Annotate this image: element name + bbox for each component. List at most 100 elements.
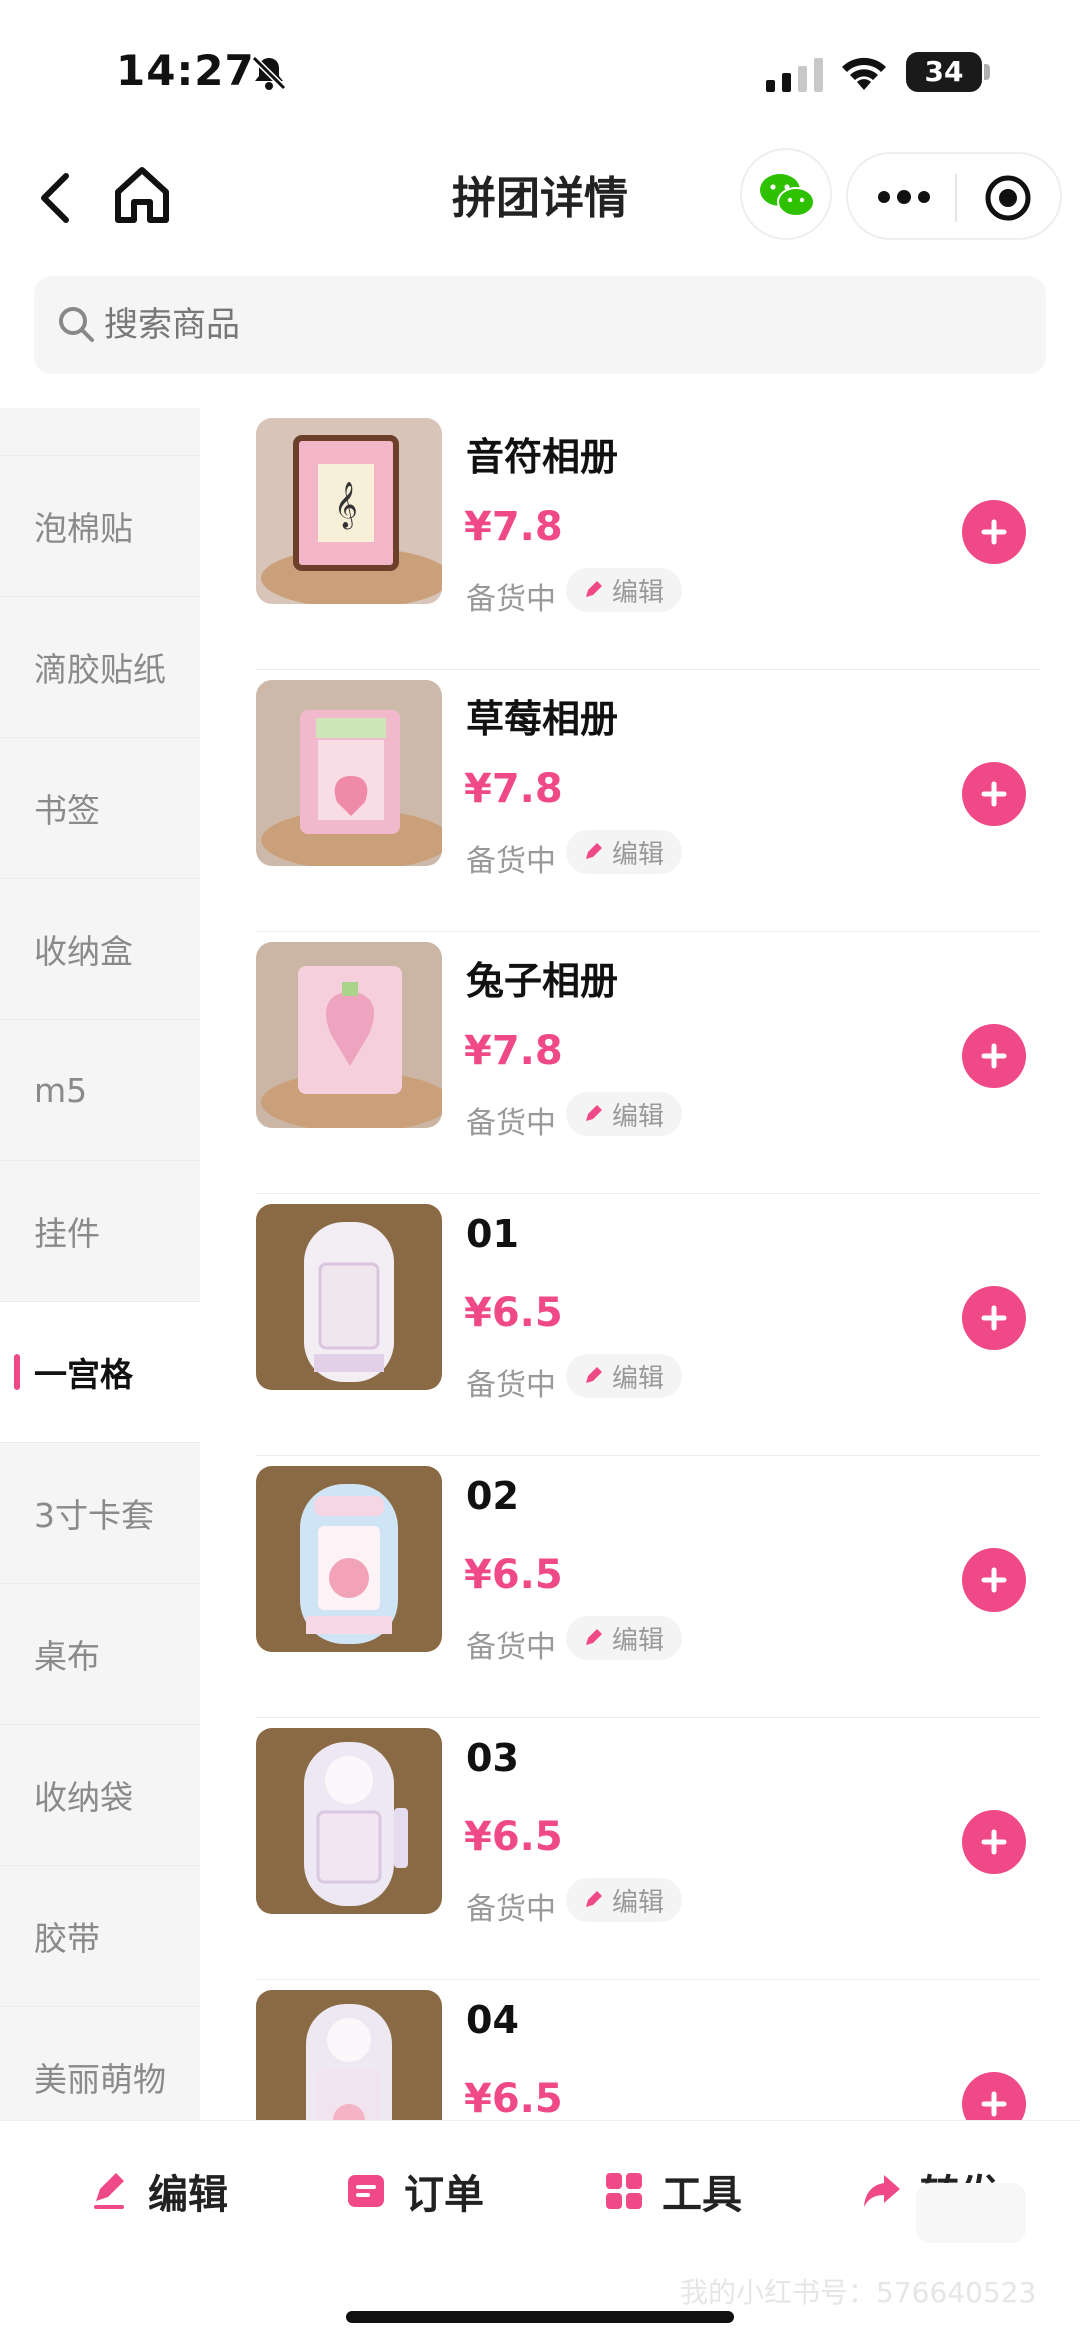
sidebar-item[interactable]: 挂件 [0,1161,200,1302]
edit-label: 编辑 [612,1101,665,1132]
tab-tools[interactable]: 工具 [604,2159,742,2223]
wechat-share-button[interactable] [740,148,832,240]
grid-icon [606,2173,642,2209]
sidebar-item[interactable]: 书签 [0,738,200,879]
plus-icon [981,781,1007,807]
home-icon[interactable] [112,164,172,226]
edit-label: 编辑 [612,1625,665,1656]
share-icon [864,2175,900,2207]
sidebar-item[interactable]: 美丽萌物 [0,2007,200,2120]
sidebar-item[interactable]: m5 [0,1020,200,1161]
sidebar-item[interactable]: 收纳盒 [0,879,200,1020]
product-price: ¥6.5 [464,1814,563,1860]
tab-orders[interactable]: 订单 [346,2159,484,2223]
order-icon [348,2175,384,2207]
stock-status: 备货中 [466,582,556,617]
status-time: 14:27 [116,46,255,95]
target-icon[interactable] [984,174,1032,222]
pencil-icon [586,1367,602,1383]
sidebar-item-partial[interactable] [0,408,200,456]
add-to-cart-button[interactable] [962,2072,1026,2120]
add-to-cart-button[interactable] [962,1548,1026,1612]
edit-button[interactable]: 编辑 [566,1878,683,1922]
miniprogram-capsule [846,152,1062,240]
product-price: ¥6.5 [464,1552,563,1598]
pencil-icon [586,843,602,859]
search-input[interactable] [104,276,1004,374]
add-to-cart-button[interactable] [962,1024,1026,1088]
edit-button[interactable]: 编辑 [566,830,683,874]
stock-status: 备货中 [466,1106,556,1141]
add-to-cart-button[interactable] [962,500,1026,564]
sidebar-item[interactable]: 胶带 [0,1866,200,2007]
tab-label: 编辑 [148,2172,228,2218]
battery-tip [984,64,990,80]
sidebar-item-label: 滴胶贴纸 [34,650,166,689]
bottom-toolbar: 编辑 订单 工具 转发 我的小红书号：57664 [0,2120,1080,2341]
product-row[interactable]: 02 ¥6.5 备货中 编辑 [256,1456,1040,1718]
sidebar-item-label: 胶带 [34,1919,100,1958]
stock-status: 备货中 [466,1630,556,1665]
sidebar-item[interactable]: 桌布 [0,1584,200,1725]
signal-icon [766,58,823,92]
product-image[interactable] [256,1466,442,1652]
search-icon [59,307,94,342]
product-row[interactable]: 草莓相册 ¥7.8 备货中 编辑 [256,670,1040,932]
product-list: 𝄞 音符相册 ¥7.8 备货中 编辑 草莓相册 ¥7.8 备货中 编辑 兔子相册… [256,408,1040,2120]
home-indicator [346,2311,734,2323]
product-row[interactable]: 03 ¥6.5 备货中 编辑 [256,1718,1040,1980]
product-name: 音符相册 [466,435,619,479]
sidebar-item-label: 收纳袋 [34,1778,133,1817]
product-image[interactable] [256,942,442,1128]
product-row[interactable]: 𝄞 音符相册 ¥7.8 备货中 编辑 [256,408,1040,670]
screen: { "status_bar": { "time": "14:27", "batt… [0,0,1080,2341]
sidebar-item-active[interactable]: 一宫格 [0,1302,200,1443]
wechat-icon [760,174,815,217]
product-image[interactable] [256,1204,442,1390]
sidebar-item-label: 书签 [34,791,100,830]
stock-status: 备货中 [466,844,556,879]
tab-edit[interactable]: 编辑 [90,2159,228,2223]
edit-label: 编辑 [612,839,665,870]
product-name: 01 [466,1212,519,1256]
pencil-icon [586,1629,602,1645]
svg-text:𝄞: 𝄞 [334,482,358,530]
sidebar-item[interactable]: 收纳袋 [0,1725,200,1866]
battery-indicator: 34 [906,52,982,92]
back-icon[interactable] [34,168,78,228]
edit-label: 编辑 [612,1887,665,1918]
product-image[interactable] [256,1990,442,2120]
sidebar-item-label: 收纳盒 [34,932,133,971]
more-icon[interactable] [876,184,932,210]
product-row[interactable]: 01 ¥6.5 备货中 编辑 [256,1194,1040,1456]
product-price: ¥6.5 [464,1290,563,1336]
plus-icon [981,1305,1007,1331]
edit-button[interactable]: 编辑 [566,1354,683,1398]
edit-button[interactable]: 编辑 [566,1092,683,1136]
page-title: 拼团详情 [452,173,628,224]
sidebar-item-label: 一宫格 [34,1355,133,1394]
edit-button[interactable]: 编辑 [566,568,683,612]
add-to-cart-button[interactable] [962,1810,1026,1874]
edit-button[interactable]: 编辑 [566,1616,683,1660]
sidebar-item[interactable]: 3寸卡套 [0,1443,200,1584]
product-name: 草莓相册 [466,697,619,741]
product-price: ¥6.5 [464,2076,563,2120]
sidebar-item-label: 3寸卡套 [34,1496,154,1535]
product-image[interactable]: 𝄞 [256,418,442,604]
capsule-divider [955,174,957,222]
product-name: 02 [466,1474,519,1518]
product-image[interactable] [256,1728,442,1914]
search-bar[interactable] [34,276,1046,374]
add-to-cart-button[interactable] [962,762,1026,826]
watermark-logo [916,2183,1026,2243]
product-image[interactable] [256,680,442,866]
plus-icon [981,1829,1007,1855]
product-row[interactable]: 兔子相册 ¥7.8 备货中 编辑 [256,932,1040,1194]
add-to-cart-button[interactable] [962,1286,1026,1350]
product-name: 兔子相册 [466,959,619,1003]
product-row[interactable]: 04 ¥6.5 [256,1980,1040,2120]
sidebar-item[interactable]: 滴胶贴纸 [0,597,200,738]
sidebar-item[interactable]: 泡棉贴 [0,456,200,597]
tab-label: 订单 [404,2172,484,2218]
